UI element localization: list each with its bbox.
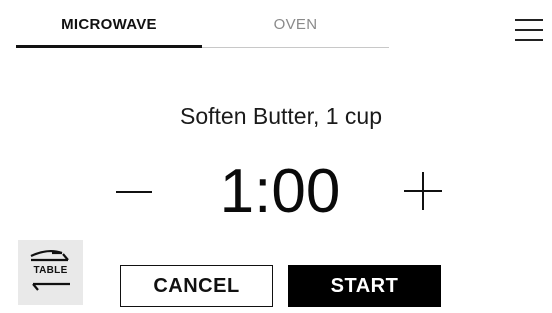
menu-line (515, 19, 543, 21)
start-button-label: START (330, 274, 399, 297)
tab-microwave-label: MICROWAVE (61, 15, 157, 33)
timer-display: 1:00 (219, 157, 341, 226)
tab-microwave[interactable]: MICROWAVE (16, 0, 202, 48)
minus-icon[interactable] (116, 191, 152, 193)
menu-line (515, 39, 543, 41)
plus-icon[interactable] (404, 172, 442, 210)
cancel-button-label: CANCEL (153, 274, 240, 297)
table-toggle-label: TABLE (33, 265, 68, 276)
hamburger-menu-icon[interactable] (515, 19, 543, 43)
table-toggle-button[interactable]: TABLE (18, 240, 83, 305)
mode-tabs: MICROWAVE OVEN (16, 0, 389, 48)
cancel-button[interactable]: CANCEL (120, 265, 273, 307)
start-button[interactable]: START (288, 265, 441, 307)
tab-oven-label: OVEN (273, 15, 318, 33)
microwave-screen: MICROWAVE OVEN Soften Butter, 1 cup 1:00… (0, 0, 552, 313)
recipe-title: Soften Butter, 1 cup (179, 103, 383, 129)
tab-oven[interactable]: OVEN (202, 0, 389, 48)
menu-line (515, 29, 543, 31)
